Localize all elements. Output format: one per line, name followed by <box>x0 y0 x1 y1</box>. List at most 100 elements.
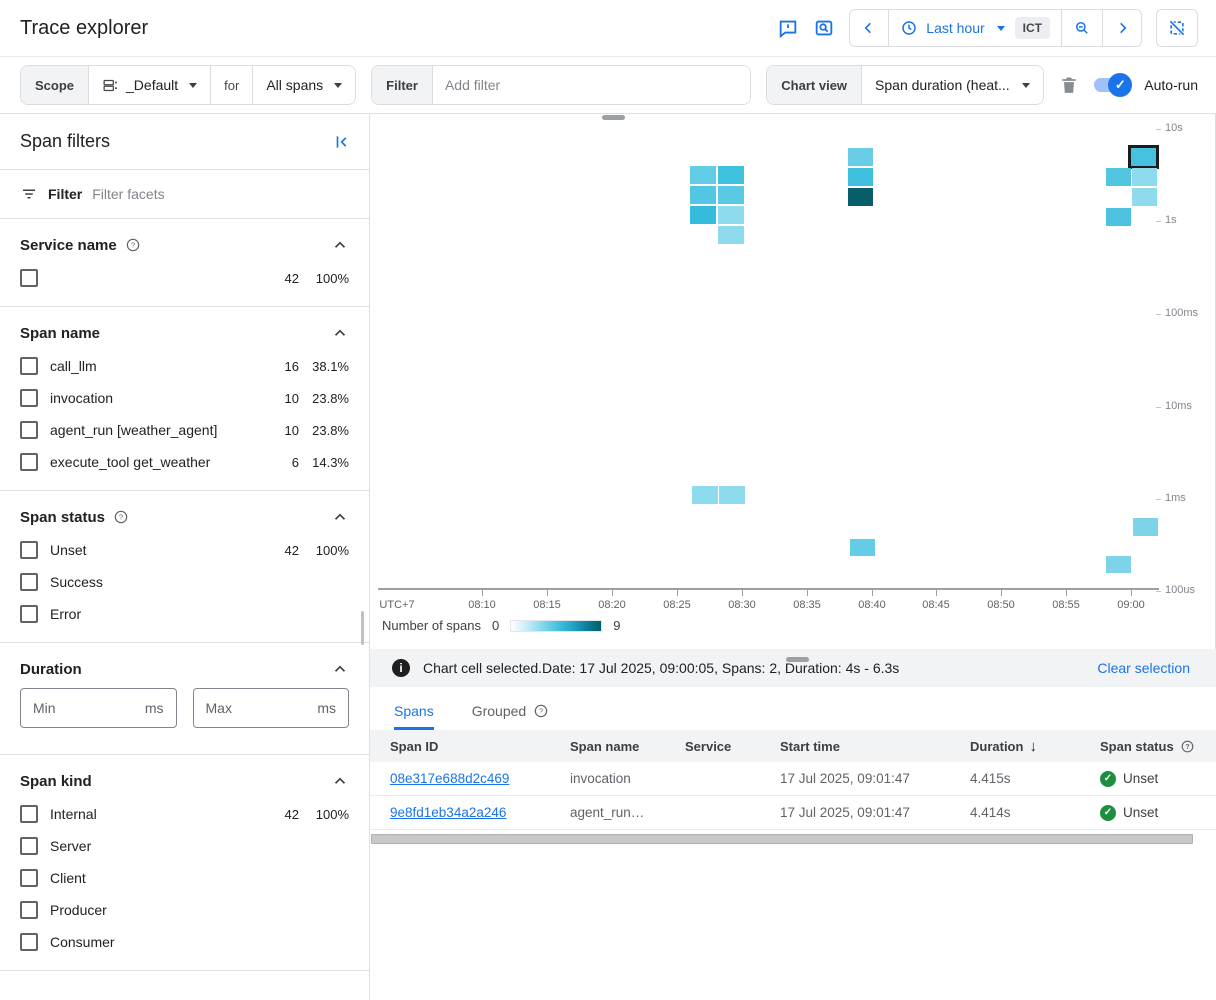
heatmap-cell[interactable] <box>848 168 873 186</box>
heatmap-cell[interactable] <box>1106 556 1131 573</box>
collapse-section-icon[interactable] <box>331 236 349 254</box>
checkbox[interactable] <box>20 541 38 559</box>
collapse-section-icon[interactable] <box>331 508 349 526</box>
collapse-section-icon[interactable] <box>331 772 349 790</box>
duration-max-input[interactable] <box>206 700 278 716</box>
facet-row[interactable]: Internal42100% <box>20 798 349 830</box>
heatmap-cell[interactable] <box>718 206 744 224</box>
heatmap-cell[interactable] <box>690 186 716 204</box>
results-resize-handle[interactable] <box>786 657 809 662</box>
scope-dropdown[interactable]: _Default <box>89 66 211 104</box>
checkbox[interactable] <box>20 269 38 287</box>
heatmap-cell[interactable] <box>690 166 716 184</box>
timezone-chip[interactable]: ICT <box>1015 17 1050 39</box>
heatmap-cell[interactable] <box>848 188 873 206</box>
checkbox[interactable] <box>20 573 38 591</box>
heatmap-cell[interactable] <box>718 186 744 204</box>
heatmap-cell[interactable] <box>692 486 718 504</box>
x-tick-mark <box>1001 590 1002 596</box>
facet-row[interactable]: Unset42100% <box>20 534 349 566</box>
heatmap-cell-selected[interactable] <box>1131 148 1156 166</box>
checkbox[interactable] <box>20 805 38 823</box>
facet-row[interactable]: agent_run [weather_agent]1023.8% <box>20 414 349 446</box>
tab-grouped[interactable]: Grouped ? <box>472 703 549 730</box>
checkbox[interactable] <box>20 421 38 439</box>
facet-row[interactable]: Client <box>20 862 349 894</box>
facet-row[interactable]: execute_tool get_weather614.3% <box>20 446 349 478</box>
checkbox[interactable] <box>20 357 38 375</box>
table-row[interactable]: 9e8fd1eb34a2a246agent_run…17 Jul 2025, 0… <box>370 796 1216 830</box>
col-duration[interactable]: Duration↓ <box>970 738 1100 755</box>
auto-run-toggle[interactable]: ✓ <box>1094 78 1128 92</box>
checkbox[interactable] <box>20 453 38 471</box>
time-forward-button[interactable] <box>1103 10 1141 46</box>
heatmap-cell[interactable] <box>690 206 716 224</box>
heatmap-cell[interactable] <box>850 539 875 556</box>
checkbox[interactable] <box>20 933 38 951</box>
col-service[interactable]: Service <box>685 739 780 754</box>
x-tick-mark <box>1131 590 1132 596</box>
facet-row[interactable]: Success <box>20 566 349 598</box>
facet-row[interactable]: invocation1023.8% <box>20 382 349 414</box>
span-id-link[interactable]: 08e317e688d2c469 <box>390 771 509 786</box>
time-range-dropdown[interactable]: Last hour <box>889 10 1010 46</box>
zoom-selection-disabled-button[interactable] <box>1156 9 1198 47</box>
heatmap-cell[interactable] <box>848 148 873 166</box>
filter-input[interactable] <box>433 66 750 104</box>
collapse-panel-icon[interactable] <box>333 133 351 151</box>
spans-scope-dropdown[interactable]: All spans <box>253 66 355 104</box>
chart-view-dropdown[interactable]: Span duration (heat... <box>862 66 1043 104</box>
heatmap-cell[interactable] <box>718 166 744 184</box>
heatmap-cell[interactable] <box>1106 208 1131 226</box>
facet-row[interactable]: Consumer <box>20 926 349 958</box>
facet-row[interactable]: Server <box>20 830 349 862</box>
heatmap-cell[interactable] <box>1132 188 1157 206</box>
collapse-section-icon[interactable] <box>331 660 349 678</box>
help-icon[interactable]: ? <box>1180 739 1195 754</box>
sidebar-scrollbar-thumb[interactable] <box>361 611 364 645</box>
facet-row[interactable]: Error <box>20 598 349 630</box>
help-icon[interactable]: ? <box>533 703 549 719</box>
duration-min-input[interactable] <box>33 700 105 716</box>
facet-filter-label: Filter <box>48 186 82 202</box>
tab-spans[interactable]: Spans <box>394 703 434 730</box>
checkbox[interactable] <box>20 901 38 919</box>
search-in-traces-icon[interactable] <box>813 17 835 39</box>
facet-filter-input[interactable] <box>92 186 349 202</box>
spans-table-header: Span ID Span name Service Start time Dur… <box>370 730 1216 762</box>
col-start-time[interactable]: Start time <box>780 739 970 754</box>
facet-percent: 100% <box>299 271 349 286</box>
facet-row[interactable]: Producer <box>20 894 349 926</box>
heatmap-cell[interactable] <box>719 486 745 504</box>
panel-resize-handle[interactable] <box>602 115 625 120</box>
time-back-button[interactable] <box>850 10 889 46</box>
checkbox[interactable] <box>20 837 38 855</box>
facet-label: agent_run [weather_agent] <box>50 422 265 438</box>
facet-row[interactable]: 42100% <box>20 262 349 294</box>
checkbox[interactable] <box>20 389 38 407</box>
table-row[interactable]: 08e317e688d2c469invocation17 Jul 2025, 0… <box>370 762 1216 796</box>
zoom-out-time-button[interactable] <box>1062 10 1103 46</box>
horizontal-scrollbar-thumb[interactable] <box>371 834 1193 844</box>
chevron-down-icon <box>334 83 342 88</box>
span-duration-heatmap: UTC+708:1008:1508:2008:2508:3008:3508:40… <box>370 114 1216 649</box>
help-icon[interactable]: ? <box>113 509 129 525</box>
span-id-link[interactable]: 9e8fd1eb34a2a246 <box>390 805 506 820</box>
checkbox[interactable] <box>20 869 38 887</box>
checkbox[interactable] <box>20 605 38 623</box>
facet-row[interactable]: call_llm1638.1% <box>20 350 349 382</box>
col-span-id[interactable]: Span ID <box>390 739 570 754</box>
heatmap-cell[interactable] <box>1132 168 1157 186</box>
col-span-name[interactable]: Span name <box>570 739 685 754</box>
heatmap-cell[interactable] <box>1106 168 1131 186</box>
chart-view-group: Chart view Span duration (heat... <box>766 65 1044 105</box>
collapse-section-icon[interactable] <box>331 324 349 342</box>
feedback-icon[interactable] <box>777 17 799 39</box>
help-icon[interactable]: ? <box>125 237 141 253</box>
heatmap-cell[interactable] <box>1133 518 1158 536</box>
delete-chart-icon[interactable] <box>1059 75 1079 95</box>
col-span-status[interactable]: Span status ? <box>1100 739 1216 754</box>
clear-selection-link[interactable]: Clear selection <box>1097 660 1194 676</box>
sort-desc-icon[interactable]: ↓ <box>1029 738 1037 755</box>
heatmap-cell[interactable] <box>718 226 744 244</box>
